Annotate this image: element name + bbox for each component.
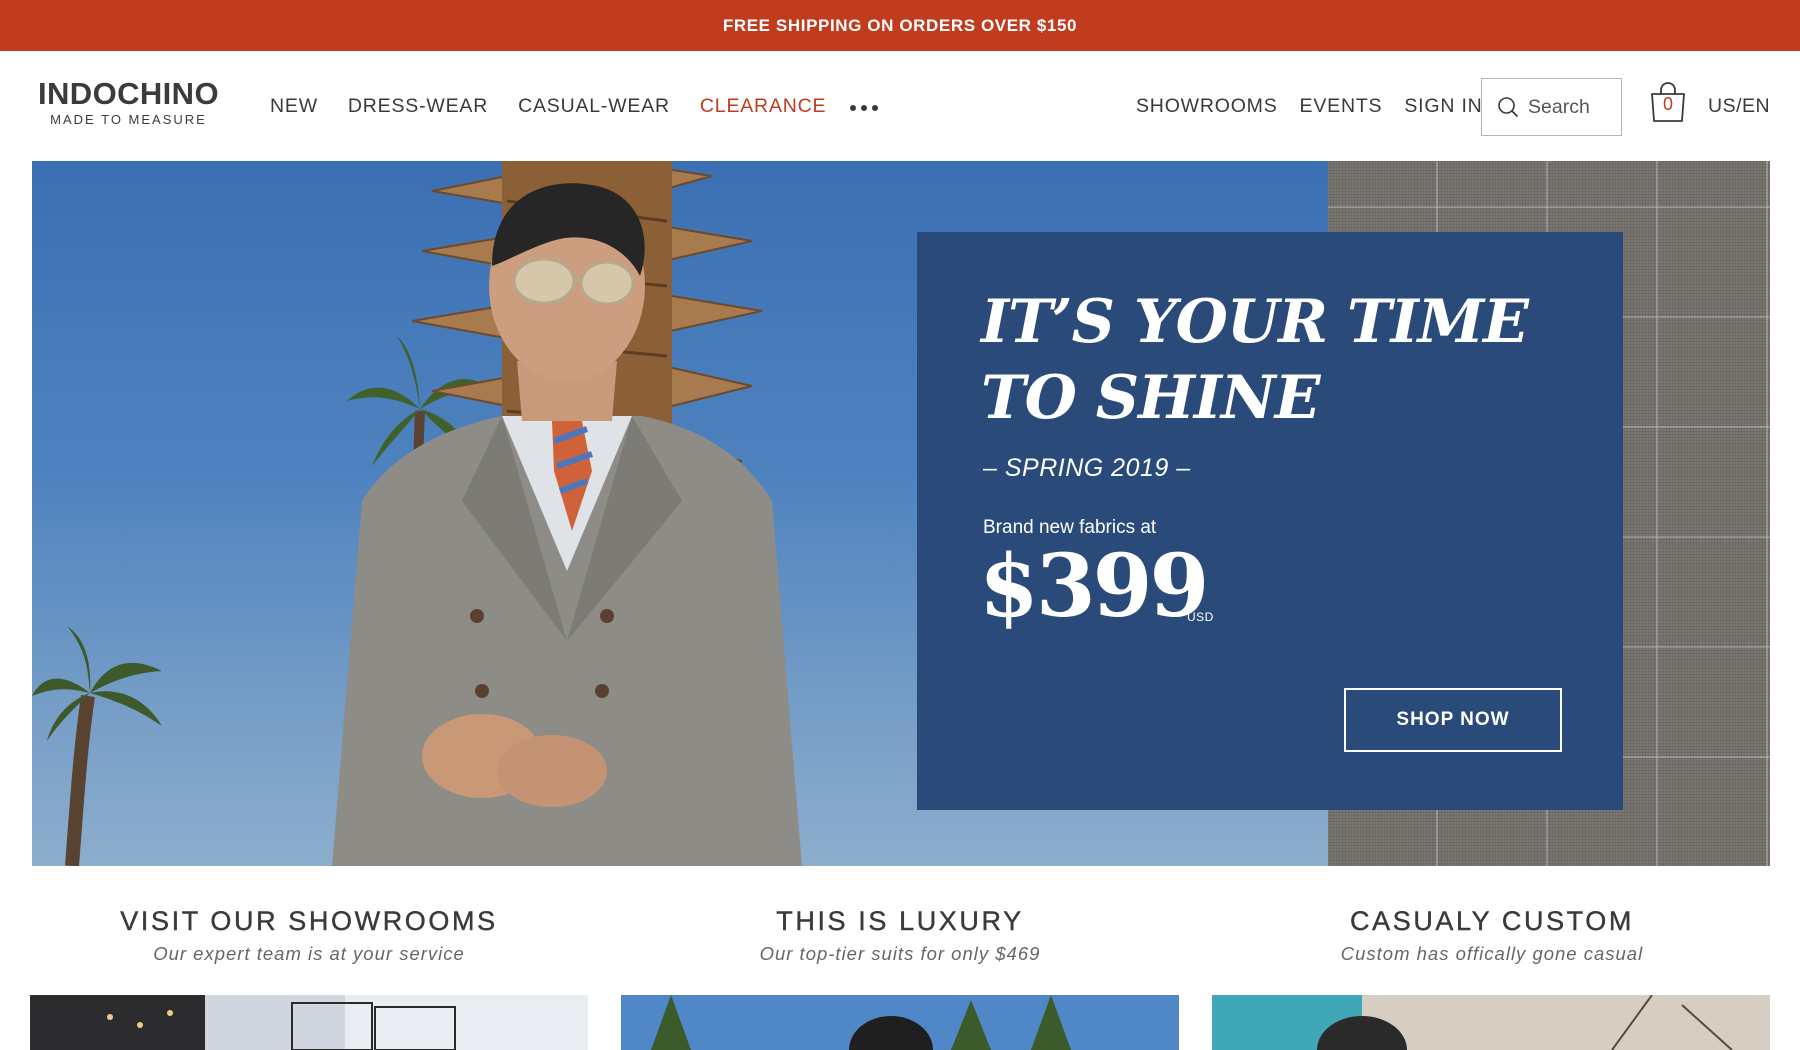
feature-showrooms[interactable]: VISIT OUR SHOWROOMS Our expert team is a… [29, 906, 589, 965]
showroom-thumbnail[interactable] [30, 995, 588, 1050]
locale-selector[interactable]: US/EN [1708, 95, 1770, 118]
casual-thumbnail[interactable] [1212, 995, 1770, 1050]
brand-tagline: MADE TO MEASURE [50, 112, 207, 127]
hero-promo-card: IT’S YOUR TIME TO SHINE – SPRING 2019 – … [917, 232, 1623, 810]
palm-tree-image [32, 626, 162, 866]
main-nav: NEW DRESS-WEAR CASUAL-WEAR CLEARANCE [270, 95, 856, 118]
hero-currency: USD [1187, 610, 1214, 624]
feature-title: VISIT OUR SHOWROOMS [120, 906, 498, 936]
nav-item-new[interactable]: NEW [270, 95, 318, 118]
feature-title: CASUALY CUSTOM [1350, 906, 1634, 936]
feature-subtitle: Custom has offically gone casual [1340, 943, 1644, 964]
search-input[interactable] [1528, 95, 1608, 119]
brand-logo[interactable]: INDOCHINO MADE TO MEASURE [31, 78, 226, 127]
feature-luxury[interactable]: THIS IS LUXURY Our top-tier suits for on… [620, 906, 1180, 965]
luxury-thumbnail[interactable] [621, 995, 1179, 1050]
nav-item-sign-in[interactable]: SIGN IN [1404, 95, 1482, 118]
feature-casual-custom[interactable]: CASUALY CUSTOM Custom has offically gone… [1212, 906, 1772, 965]
nav-item-clearance[interactable]: CLEARANCE [700, 95, 826, 118]
ellipsis-icon[interactable] [850, 105, 878, 111]
promo-bar: FREE SHIPPING ON ORDERS OVER $150 [0, 0, 1800, 51]
nav-item-dress-wear[interactable]: DRESS-WEAR [348, 95, 488, 118]
hero-headline: IT’S YOUR TIME TO SHINE [981, 284, 1529, 436]
shop-now-button[interactable]: SHOP NOW [1344, 688, 1562, 752]
promo-bar-text: FREE SHIPPING ON ORDERS OVER $150 [722, 15, 1078, 35]
hero-headline-line-1: IT’S YOUR TIME [981, 287, 1529, 357]
nav-item-casual-wear[interactable]: CASUAL-WEAR [518, 95, 670, 118]
hero-price: $399 [979, 536, 1209, 637]
feature-subtitle: Our expert team is at your service [153, 943, 465, 964]
cart-button[interactable]: 0 [1648, 81, 1688, 125]
search-icon [1498, 97, 1519, 118]
nav-item-showrooms[interactable]: SHOWROOMS [1136, 95, 1278, 118]
cart-count: 0 [1662, 94, 1673, 114]
nav-item-events[interactable]: EVENTS [1300, 95, 1383, 118]
hero-headline-line-2: TO SHINE [981, 363, 1320, 433]
brand-wordmark: INDOCHINO [38, 76, 219, 111]
secondary-nav: SHOWROOMS EVENTS SIGN IN [1136, 95, 1505, 118]
search-box[interactable] [1481, 78, 1622, 136]
site-header: INDOCHINO MADE TO MEASURE NEW DRESS-WEAR… [0, 51, 1800, 161]
feature-title: THIS IS LUXURY [776, 906, 1024, 936]
hero-banner[interactable]: IT’S YOUR TIME TO SHINE – SPRING 2019 – … [32, 161, 1770, 866]
hero-season: – SPRING 2019 – [983, 454, 1191, 482]
feature-subtitle: Our top-tier suits for only $469 [759, 943, 1041, 964]
model-photo [332, 183, 802, 866]
